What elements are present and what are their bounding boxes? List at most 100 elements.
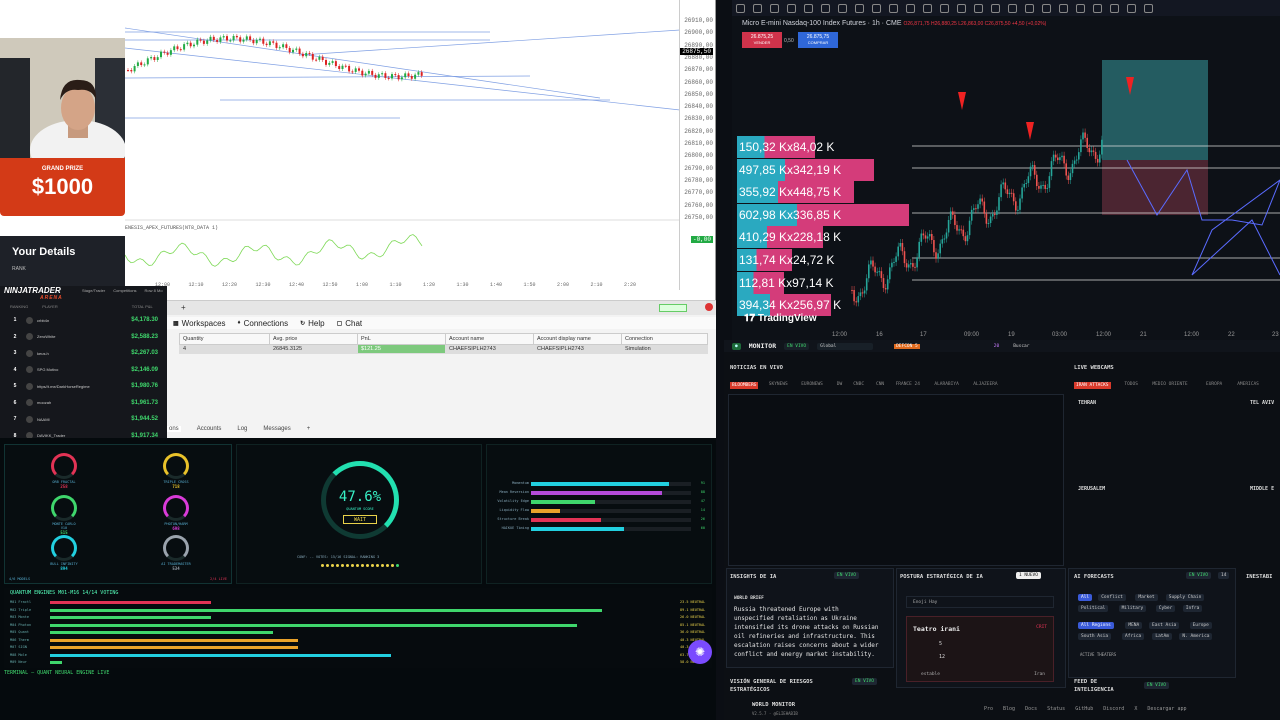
tool-icon[interactable] <box>1127 3 1136 13</box>
tool-icon[interactable] <box>1093 3 1102 13</box>
forecast-filter-tag[interactable]: Cyber <box>1155 605 1176 612</box>
buy-button[interactable]: 26.875,75 COMPRAR <box>798 32 838 48</box>
tool-icon[interactable] <box>991 3 1000 13</box>
chat-menu[interactable]: ▢ Chat <box>337 319 363 328</box>
tab-row[interactable]: Row 8 Mo <box>145 288 163 293</box>
help-menu[interactable]: ↻ Help <box>300 319 324 328</box>
tool-icon[interactable] <box>821 3 830 13</box>
leaderboard-row[interactable]: 2 ZeroWhite $2,588.23 <box>8 332 158 342</box>
tool-icon[interactable] <box>906 3 915 13</box>
news-source-tab[interactable]: BLOOMBERG <box>730 382 759 389</box>
forecast-filter-tag[interactable]: All <box>1078 594 1093 601</box>
forecast-filter-tag[interactable]: Europe <box>1189 622 1212 629</box>
scope-select[interactable]: Global <box>817 342 874 350</box>
forecast-filter-tag[interactable]: Conflict <box>1098 594 1126 601</box>
col-pnl[interactable]: PnL <box>357 333 446 345</box>
webcam-tab[interactable]: MEDIO ORIENTE <box>1152 382 1187 387</box>
wait-status-button[interactable]: WAIT <box>343 515 377 524</box>
alerts-badge[interactable]: 20 <box>991 343 1002 350</box>
tab-log[interactable]: Log <box>237 426 247 432</box>
news-source-tab[interactable]: SKYNEWS <box>769 382 788 387</box>
tool-icon[interactable] <box>1042 3 1051 13</box>
col-account-name[interactable]: Account name <box>445 333 534 345</box>
city-tehran[interactable]: TEHRAN <box>1078 400 1096 406</box>
tab-messages[interactable]: Messages <box>263 426 290 432</box>
news-source-tab[interactable]: EURONEWS <box>801 382 823 387</box>
footer-link[interactable]: X <box>1134 706 1137 712</box>
tool-icon[interactable] <box>1008 3 1017 13</box>
footer-link[interactable]: GitHub <box>1075 706 1093 712</box>
tool-icon[interactable] <box>753 3 762 13</box>
footer-link[interactable]: Status <box>1047 706 1065 712</box>
city-jerusalem[interactable]: JERUSALEM <box>1078 486 1105 492</box>
news-source-tab[interactable]: FRANCE 24 <box>896 382 920 387</box>
forecast-filter-tag[interactable]: South Asia <box>1078 633 1112 640</box>
table-row[interactable]: 4 26845.3125 $121.25 CHAEFSIPLH2743 CHAE… <box>179 344 708 354</box>
tool-icon[interactable] <box>889 3 898 13</box>
tool-icon[interactable] <box>957 3 966 13</box>
link-toggle[interactable] <box>659 304 687 312</box>
news-source-tab[interactable]: ALJAZEERA <box>973 382 997 387</box>
assistant-icon[interactable]: ✺ <box>688 640 712 664</box>
news-source-tab[interactable]: CNBC <box>853 382 864 387</box>
leaderboard-row[interactable]: 5 https//t.me/DarkHorseRegime $1,980.76 <box>8 381 158 391</box>
tab-competitions[interactable]: Competitions <box>113 288 136 293</box>
leaderboard-row[interactable]: 7 NAAMI $1,944.52 <box>8 414 158 424</box>
add-tab-button[interactable]: + <box>307 426 311 432</box>
tool-icon[interactable] <box>787 3 796 13</box>
footer-link[interactable]: Pro <box>984 706 993 712</box>
leaderboard-row[interactable]: 1 crbb4n $4,178.30 <box>8 315 158 325</box>
forecast-filter-tag[interactable]: Africa <box>1122 633 1145 640</box>
close-icon[interactable] <box>705 303 713 311</box>
tradingview-chart[interactable]: Micro E-mini Nasdaq-100 Index Futures · … <box>732 0 1280 340</box>
news-source-tab[interactable]: CNN <box>876 382 884 387</box>
forecast-filter-tag[interactable]: All Regions <box>1078 622 1114 629</box>
webcam-tab[interactable]: IRAN ATTACKS <box>1074 382 1111 389</box>
forecast-filter-tag[interactable]: Infra <box>1182 605 1203 612</box>
forecast-filter-tag[interactable]: MENA <box>1125 622 1143 629</box>
posture-select[interactable]: Enoji Hay <box>906 596 1054 608</box>
forecast-filter-tag[interactable]: N. America <box>1179 633 1213 640</box>
add-tab-icon[interactable]: + <box>181 303 186 312</box>
col-avg-price[interactable]: Avg. price <box>269 333 358 345</box>
tool-icon[interactable] <box>974 3 983 13</box>
tab-positions[interactable]: ons <box>167 426 181 432</box>
tab-accounts[interactable]: Accounts <box>197 426 222 432</box>
news-video-area[interactable] <box>728 394 1064 566</box>
forecast-filter-tag[interactable]: Military <box>1118 605 1147 612</box>
forecast-filter-tag[interactable]: LatAm <box>1152 633 1172 640</box>
forecast-filter-tag[interactable]: East Asia <box>1149 622 1180 629</box>
tool-icon[interactable] <box>1059 3 1068 13</box>
tool-icon[interactable] <box>855 3 864 13</box>
footer-link[interactable]: Blog <box>1003 706 1015 712</box>
workspaces-menu[interactable]: ▦ Workspaces <box>173 319 226 328</box>
tool-icon[interactable] <box>940 3 949 13</box>
city-tel-aviv[interactable]: TEL AVIV <box>1250 400 1274 406</box>
connections-menu[interactable]: ♦ Connections <box>238 319 289 328</box>
leaderboard-row[interactable]: 6 moozah $1,961.73 <box>8 398 158 408</box>
theatre-card[interactable]: Teatro irani CRIT 5 12 estable Iran <box>906 616 1054 682</box>
col-connection[interactable]: Connection <box>621 333 708 345</box>
col-quantity[interactable]: Quantity <box>179 333 270 345</box>
webcam-tab[interactable]: TODOS <box>1124 382 1138 387</box>
search-button[interactable]: Buscar <box>1010 343 1032 350</box>
webcam-tab[interactable]: EUROPA <box>1206 382 1222 387</box>
sell-button[interactable]: 26.875,25 VENDER <box>742 32 782 48</box>
tool-icon[interactable] <box>1144 3 1153 13</box>
tool-icon[interactable] <box>804 3 813 13</box>
leaderboard-row[interactable]: 4 SPG Motivo $2,146.09 <box>8 365 158 375</box>
tool-icon[interactable] <box>770 3 779 13</box>
tool-icon[interactable] <box>923 3 932 13</box>
city-middle-east[interactable]: MIDDLE E <box>1250 486 1274 492</box>
footer-link[interactable]: Discord <box>1103 706 1124 712</box>
news-source-tab[interactable]: DW <box>837 382 842 387</box>
tool-icon[interactable] <box>872 3 881 13</box>
tool-icon[interactable] <box>1025 3 1034 13</box>
webcam-tab[interactable]: AMERICAS <box>1237 382 1259 387</box>
tool-icon[interactable] <box>1110 3 1119 13</box>
tool-icon[interactable] <box>838 3 847 13</box>
news-source-tab[interactable]: ALARABIYA <box>934 382 958 387</box>
forecast-filter-tag[interactable]: Supply Chain <box>1165 594 1205 601</box>
forecast-filter-tag[interactable]: Political <box>1078 605 1109 612</box>
forecast-filter-tag[interactable]: Market <box>1135 594 1158 601</box>
